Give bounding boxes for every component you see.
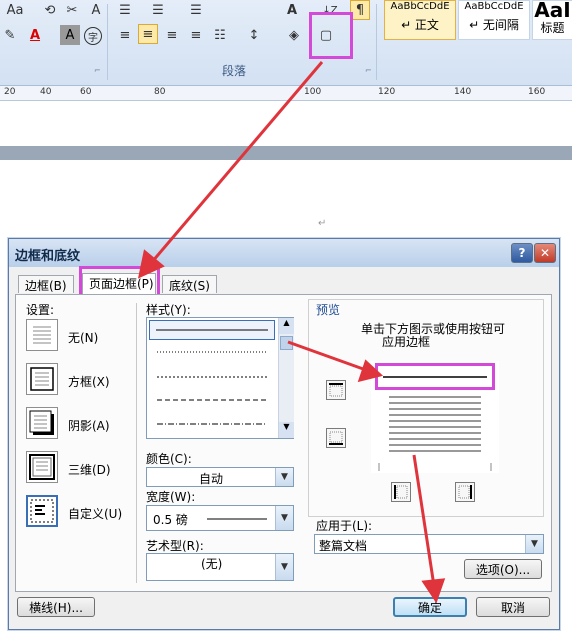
annotation-arrows (137, 61, 446, 604)
